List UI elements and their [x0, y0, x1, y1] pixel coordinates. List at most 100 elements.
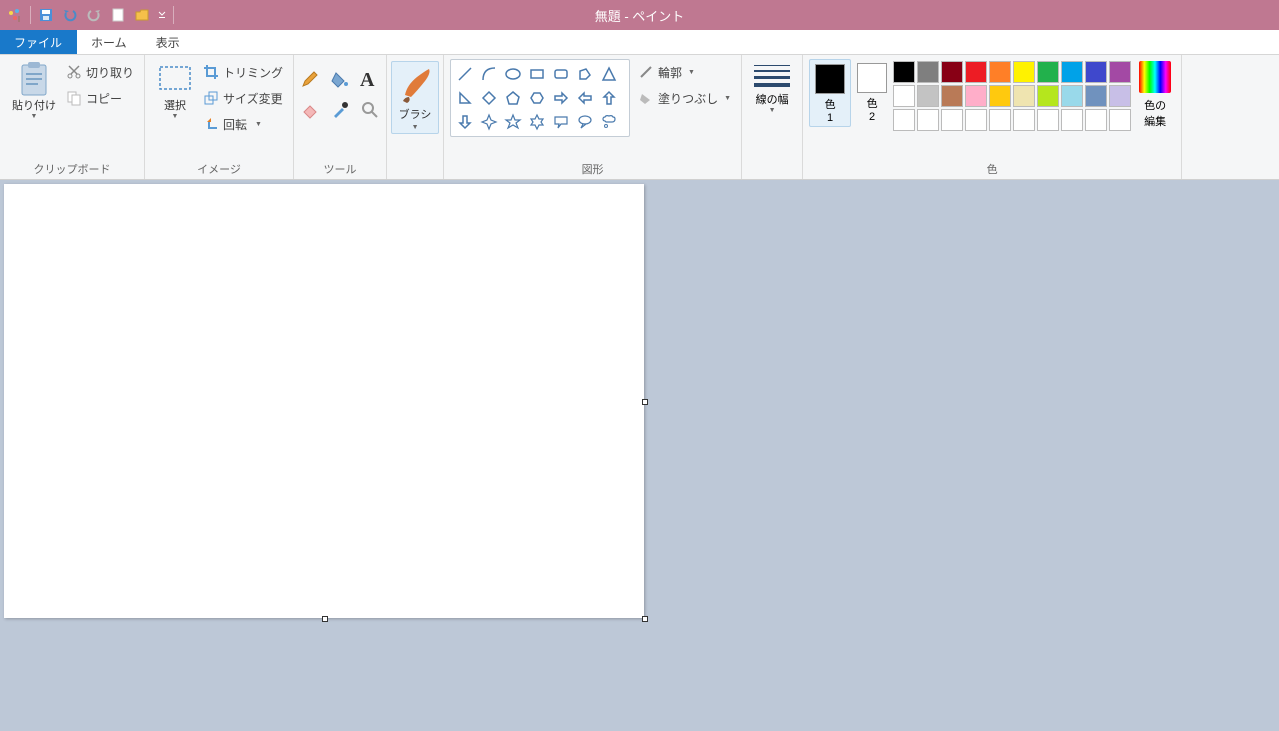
- select-button[interactable]: 選択 ▼: [151, 59, 199, 122]
- palette-color[interactable]: [893, 85, 915, 107]
- edit-colors-button[interactable]: 色の 編集: [1135, 59, 1175, 131]
- palette-color[interactable]: [1013, 85, 1035, 107]
- redo-icon[interactable]: [83, 4, 105, 26]
- fill-button[interactable]: 塗りつぶし ▼: [634, 85, 735, 111]
- brushes-button[interactable]: ブラシ ▼: [391, 61, 439, 134]
- eraser-tool-icon[interactable]: [300, 100, 320, 125]
- resize-handle[interactable]: [642, 399, 648, 405]
- tab-file[interactable]: ファイル: [0, 30, 77, 54]
- group-image: 選択 ▼ トリミング サイズ変更 回転 ▼ イメージ: [145, 55, 294, 179]
- new-icon[interactable]: [107, 4, 129, 26]
- shape-star6-icon[interactable]: [525, 110, 549, 134]
- save-icon[interactable]: [35, 4, 57, 26]
- caret-icon: ▼: [172, 113, 179, 120]
- palette-color[interactable]: [1013, 109, 1035, 131]
- group-shapes: 輪郭 ▼ 塗りつぶし ▼ 図形: [444, 55, 742, 179]
- outline-button[interactable]: 輪郭 ▼: [634, 59, 735, 85]
- tab-view[interactable]: 表示: [142, 30, 195, 54]
- palette-color[interactable]: [893, 61, 915, 83]
- rotate-button[interactable]: 回転 ▼: [199, 111, 287, 137]
- fill-tool-icon[interactable]: [330, 69, 350, 94]
- palette-color[interactable]: [1037, 85, 1059, 107]
- palette-color[interactable]: [1061, 109, 1083, 131]
- crop-button[interactable]: トリミング: [199, 59, 287, 85]
- palette-color[interactable]: [989, 85, 1011, 107]
- palette-color[interactable]: [965, 85, 987, 107]
- shape-rect-icon[interactable]: [525, 62, 549, 86]
- shape-arrow-up-icon[interactable]: [597, 86, 621, 110]
- color1-label-a: 色: [825, 96, 836, 112]
- shape-line-icon[interactable]: [453, 62, 477, 86]
- app-icon[interactable]: [4, 4, 26, 26]
- palette-color[interactable]: [1061, 85, 1083, 107]
- palette-color[interactable]: [1037, 109, 1059, 131]
- palette-color[interactable]: [893, 109, 915, 131]
- shape-curve-icon[interactable]: [477, 62, 501, 86]
- palette-color[interactable]: [917, 61, 939, 83]
- shape-star4-icon[interactable]: [477, 110, 501, 134]
- shape-oval-icon[interactable]: [501, 62, 525, 86]
- palette-color[interactable]: [1085, 85, 1107, 107]
- shape-rtriangle-icon[interactable]: [453, 86, 477, 110]
- shape-callout-cloud-icon[interactable]: [597, 110, 621, 134]
- palette-color[interactable]: [1109, 61, 1131, 83]
- shape-polygon-icon[interactable]: [573, 62, 597, 86]
- color2-button[interactable]: 色 2: [851, 59, 893, 125]
- paste-button[interactable]: 貼り付け ▼: [6, 59, 62, 122]
- palette-color[interactable]: [965, 109, 987, 131]
- palette-color[interactable]: [1061, 61, 1083, 83]
- linewidth-button[interactable]: 線の幅 ▼: [748, 59, 796, 116]
- shape-hexagon-icon[interactable]: [525, 86, 549, 110]
- group-label-image: イメージ: [151, 159, 287, 179]
- palette-color[interactable]: [989, 61, 1011, 83]
- shape-pentagon-icon[interactable]: [501, 86, 525, 110]
- palette-color[interactable]: [965, 61, 987, 83]
- group-label-tools: ツール: [300, 159, 380, 179]
- caret-icon: ▼: [724, 95, 731, 102]
- shapes-gallery[interactable]: [450, 59, 630, 137]
- palette-color[interactable]: [941, 61, 963, 83]
- palette-color[interactable]: [1109, 109, 1131, 131]
- pencil-tool-icon[interactable]: [300, 69, 320, 94]
- cut-button[interactable]: 切り取り: [62, 59, 138, 85]
- group-brushes: ブラシ ▼: [387, 55, 444, 179]
- canvas[interactable]: [4, 184, 644, 618]
- shape-roundrect-icon[interactable]: [549, 62, 573, 86]
- palette-color[interactable]: [917, 85, 939, 107]
- undo-icon[interactable]: [59, 4, 81, 26]
- palette-color[interactable]: [917, 109, 939, 131]
- resize-button[interactable]: サイズ変更: [199, 85, 287, 111]
- shape-callout-rect-icon[interactable]: [549, 110, 573, 134]
- group-label-empty: [748, 159, 796, 179]
- palette-color[interactable]: [989, 109, 1011, 131]
- qat-dropdown-icon[interactable]: [155, 4, 169, 26]
- shape-triangle-icon[interactable]: [597, 62, 621, 86]
- linewidth-icon: [754, 61, 790, 91]
- rotate-label: 回転: [223, 116, 247, 133]
- outline-label: 輪郭: [658, 64, 682, 81]
- shape-arrow-left-icon[interactable]: [573, 86, 597, 110]
- shape-arrow-right-icon[interactable]: [549, 86, 573, 110]
- picker-tool-icon[interactable]: [330, 100, 350, 125]
- shape-arrow-down-icon[interactable]: [453, 110, 477, 134]
- palette-color[interactable]: [1109, 85, 1131, 107]
- palette-color[interactable]: [1037, 61, 1059, 83]
- shape-diamond-icon[interactable]: [477, 86, 501, 110]
- resize-handle[interactable]: [322, 616, 328, 622]
- text-tool-icon[interactable]: A: [360, 69, 374, 94]
- palette-color[interactable]: [1085, 61, 1107, 83]
- color2-label-b: 2: [869, 111, 875, 123]
- color1-button[interactable]: 色 1: [809, 59, 851, 127]
- resize-handle[interactable]: [642, 616, 648, 622]
- palette-color[interactable]: [1013, 61, 1035, 83]
- palette-color[interactable]: [941, 85, 963, 107]
- shape-callout-oval-icon[interactable]: [573, 110, 597, 134]
- color-palette: [893, 59, 1131, 131]
- tab-home[interactable]: ホーム: [77, 30, 142, 54]
- shape-star5-icon[interactable]: [501, 110, 525, 134]
- palette-color[interactable]: [941, 109, 963, 131]
- open-icon[interactable]: [131, 4, 153, 26]
- zoom-tool-icon[interactable]: [360, 100, 380, 125]
- palette-color[interactable]: [1085, 109, 1107, 131]
- copy-button[interactable]: コピー: [62, 85, 138, 111]
